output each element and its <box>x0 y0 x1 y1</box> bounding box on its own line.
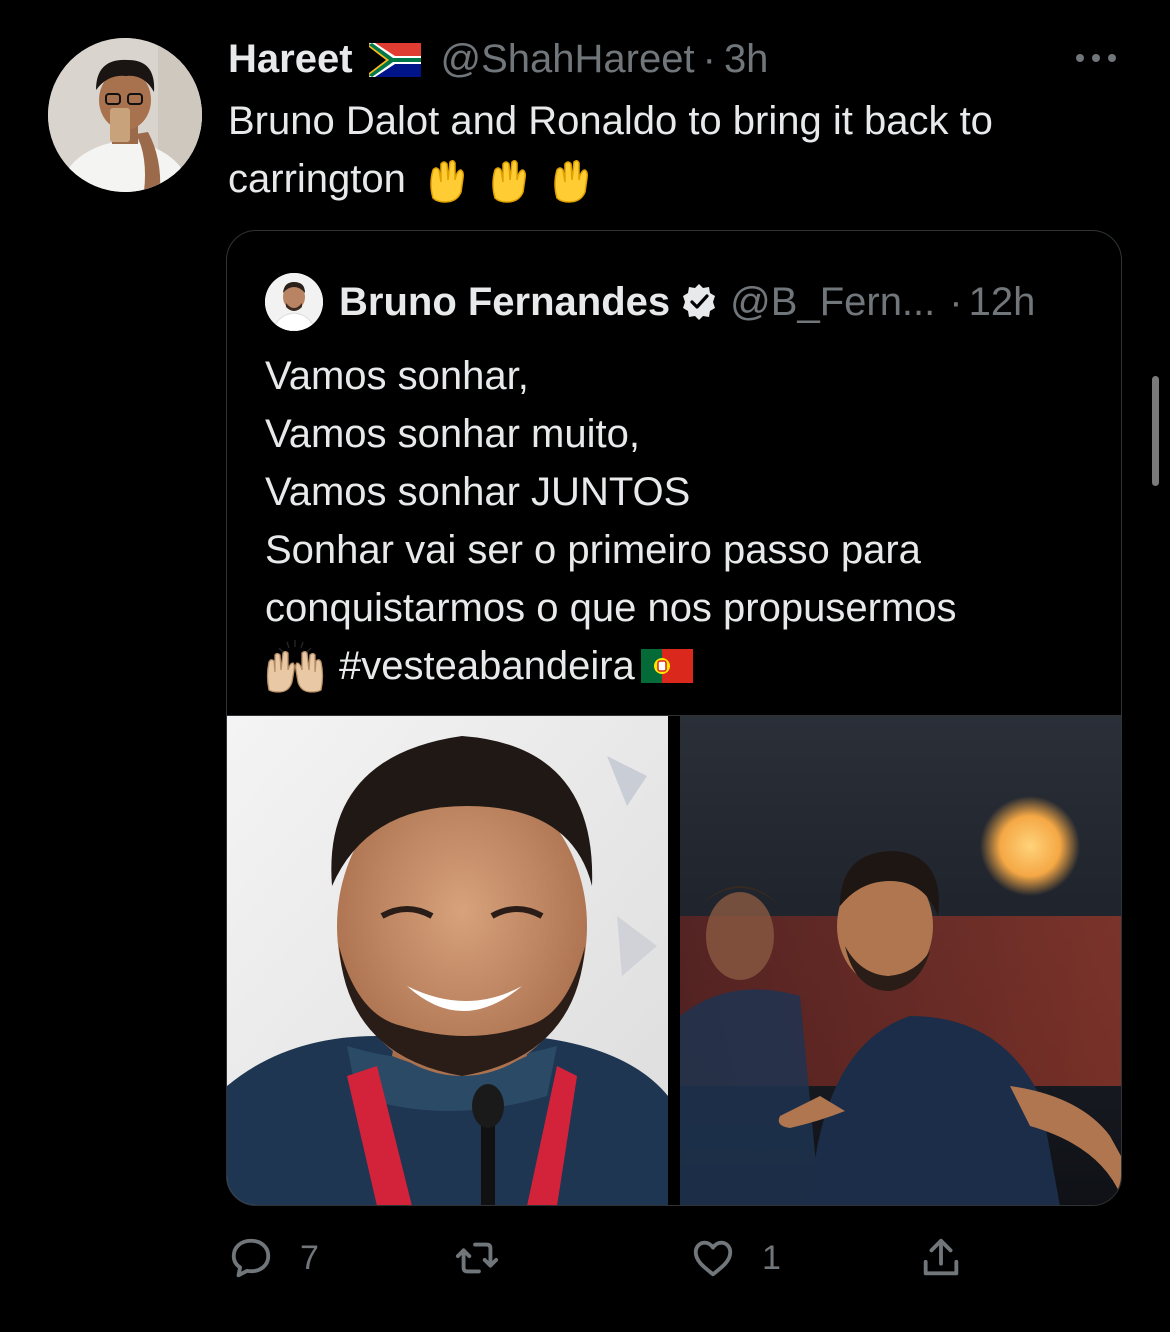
verified-badge-icon <box>683 284 716 320</box>
quoted-author-avatar[interactable] <box>265 273 323 331</box>
portugal-flag-icon <box>640 649 693 683</box>
share-button[interactable] <box>918 1230 964 1286</box>
retweet-icon <box>455 1242 499 1274</box>
quoted-tweet-body: Vamos sonhar, Vamos sonhar muito, Vamos … <box>265 347 1085 695</box>
quoted-tweet-time[interactable]: 12h <box>969 280 1036 325</box>
raising-hands-emoji-icon <box>266 640 324 693</box>
more-options-icon[interactable] <box>1072 48 1120 68</box>
scrollbar-thumb[interactable] <box>1152 376 1159 486</box>
like-count: 1 <box>762 1238 781 1277</box>
quoted-tweet[interactable]: Bruno Fernandes @B_Fern... · 12h Vamos s… <box>226 230 1122 1206</box>
quoted-line: Vamos sonhar, <box>265 354 529 398</box>
heart-icon <box>693 1240 733 1277</box>
tweet-header: Hareet @ShahHareet · 3h <box>228 36 768 82</box>
quoted-line: Vamos sonhar JUNTOS <box>265 470 691 514</box>
reply-count: 7 <box>300 1238 319 1277</box>
media-photo-training[interactable] <box>680 716 1121 1205</box>
quoted-author-name[interactable]: Bruno Fernandes <box>339 280 670 325</box>
quoted-line: Vamos sonhar muito, <box>265 412 640 456</box>
media-photo-press-conference[interactable] <box>227 716 668 1205</box>
like-button[interactable]: 1 <box>690 1230 781 1286</box>
hashtag-link[interactable]: #vesteabandeira <box>339 637 635 695</box>
retweet-button[interactable] <box>454 1230 526 1286</box>
quoted-separator-dot: · <box>949 279 963 324</box>
quoted-line: Sonhar vai ser o primeiro passo para <box>265 528 921 572</box>
tweet-time[interactable]: 3h <box>724 37 769 82</box>
author-handle[interactable]: @ShahHareet <box>441 37 695 82</box>
quoted-line: conquistarmos o que nos propusermos <box>265 586 957 630</box>
author-name[interactable]: Hareet <box>228 37 353 82</box>
author-avatar[interactable] <box>48 38 202 192</box>
quoted-author-handle[interactable]: @B_Fern... <box>730 280 935 325</box>
media-grid <box>227 715 1121 1205</box>
reply-button[interactable]: 7 <box>228 1230 319 1286</box>
tweet-body: Bruno Dalot and Ronaldo to bring it back… <box>228 92 1128 208</box>
separator-dot: · <box>702 36 716 81</box>
tweet-actions: 7 1 <box>228 1230 988 1286</box>
reply-icon <box>231 1238 271 1278</box>
quoted-tweet-header: Bruno Fernandes @B_Fern... · 12h <box>265 273 1036 331</box>
share-icon <box>923 1238 959 1276</box>
raised-hands-emoji-icon <box>427 158 613 204</box>
south-africa-flag-icon <box>368 42 421 77</box>
